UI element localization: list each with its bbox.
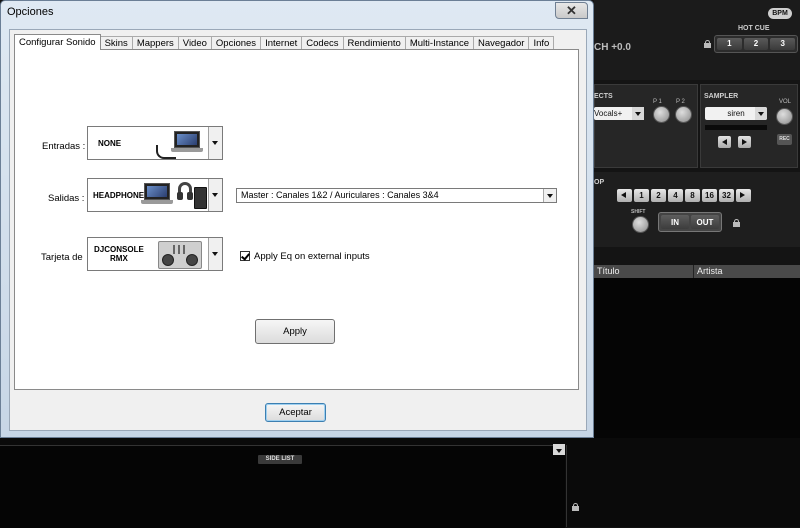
inputs-label: Entradas : <box>42 141 86 152</box>
loop-size-8-button[interactable]: 8 <box>685 189 700 202</box>
outputs-label: Salidas : <box>48 193 85 204</box>
loop-size-16-button[interactable]: 16 <box>702 189 717 202</box>
arrow-left-icon <box>722 139 727 145</box>
card-device-select[interactable]: DJCONSOLE RMX <box>87 237 223 271</box>
tab-codecs[interactable]: Codecs <box>301 36 344 50</box>
dialog-title: Opciones <box>7 6 54 18</box>
sampler-select-value: siren <box>727 109 745 118</box>
loop-size-1-button[interactable]: 1 <box>634 189 649 202</box>
dj-controller-icon <box>158 241 202 269</box>
card-label: Tarjeta de <box>41 252 83 263</box>
divider <box>566 445 567 527</box>
tab-opciones[interactable]: Opciones <box>210 36 262 50</box>
close-button[interactable]: ✕ <box>555 2 588 19</box>
audio-interface-icon <box>194 187 207 209</box>
tab-mappers[interactable]: Mappers <box>131 36 179 50</box>
lock-icon[interactable] <box>733 219 740 227</box>
apply-button[interactable]: Apply <box>255 319 335 344</box>
sampler-progress-bar <box>705 125 767 130</box>
loop-size-buttons: 1 2 4 8 16 32 <box>617 189 751 202</box>
outputs-device-name: HEADPHONES <box>93 190 150 200</box>
arrow-right-icon <box>742 139 747 145</box>
tab-internet[interactable]: Internet <box>260 36 303 50</box>
loop-next-button[interactable] <box>736 189 751 202</box>
hot-cue-1-button[interactable]: 1 <box>717 38 742 50</box>
effect-param2-knob[interactable] <box>675 106 692 123</box>
outputs-device-select[interactable]: HEADPHONES <box>87 178 223 212</box>
side-list-label[interactable]: SIDE LIST <box>258 455 302 464</box>
card-device-name: DJCONSOLE RMX <box>94 238 144 270</box>
loop-out-button[interactable]: OUT <box>691 215 719 229</box>
column-title[interactable]: Título <box>594 265 694 278</box>
tab-configurar-sonido[interactable]: Configurar Sonido <box>14 34 101 50</box>
effect-select-value: Vocals+ <box>594 109 623 118</box>
output-routing-select[interactable]: Master : Canales 1&2 / Auriculares : Can… <box>236 188 557 203</box>
chevron-down-icon[interactable] <box>543 189 556 202</box>
pitch-readout: CH +0.0 <box>594 42 631 53</box>
arrow-left-icon <box>621 192 626 198</box>
sampler-select[interactable]: siren <box>705 107 767 120</box>
loop-panel <box>594 172 800 247</box>
sampler-rec-button[interactable]: REC <box>777 134 792 145</box>
output-routing-value: Master : Canales 1&2 / Auriculares : Can… <box>241 190 439 200</box>
effect-param2-label: P 2 <box>676 99 685 105</box>
effect-param1-label: P 1 <box>653 99 662 105</box>
column-artist[interactable]: Artista <box>694 265 800 278</box>
effect-select[interactable]: Vocals+ <box>594 107 644 120</box>
tab-multi-instance[interactable]: Multi-Instance <box>404 36 474 50</box>
hot-cue-label: HOT CUE <box>738 25 770 32</box>
tab-rendimiento[interactable]: Rendimiento <box>342 36 406 50</box>
inputs-device-name: NONE <box>98 138 122 148</box>
inputs-device-select[interactable]: NONE <box>87 126 223 160</box>
chevron-down-icon[interactable] <box>208 238 222 270</box>
chevron-down-icon[interactable] <box>208 127 222 159</box>
cable-icon <box>156 145 176 159</box>
bpm-button[interactable]: BPM <box>768 8 792 19</box>
sampler-next-button[interactable] <box>738 136 751 148</box>
loop-size-32-button[interactable]: 32 <box>719 189 734 202</box>
chevron-down-icon[interactable] <box>208 179 222 211</box>
shift-knob[interactable] <box>632 216 649 233</box>
track-list[interactable] <box>594 278 800 448</box>
tab-navegador[interactable]: Navegador <box>472 36 530 50</box>
hot-cue-3-button[interactable]: 3 <box>770 38 796 50</box>
card-device-line2: RMX <box>110 254 128 263</box>
loop-in-out-buttons: IN OUT <box>658 212 722 232</box>
track-list-header: Título Artista <box>594 265 800 278</box>
shift-label: SHIFT <box>631 209 646 215</box>
sampler-prev-button[interactable] <box>718 136 731 148</box>
close-icon: ✕ <box>566 3 577 18</box>
chevron-down-icon[interactable] <box>755 107 767 120</box>
headphones-icon <box>177 182 193 200</box>
lock-icon[interactable] <box>572 503 579 511</box>
sampler-vol-label: VOL <box>779 99 792 105</box>
loop-size-2-button[interactable]: 2 <box>651 189 666 202</box>
chevron-down-icon[interactable] <box>553 444 565 455</box>
effect-param1-knob[interactable] <box>653 106 670 123</box>
apply-eq-checkbox[interactable] <box>240 251 250 261</box>
tab-video[interactable]: Video <box>177 36 212 50</box>
card-device-line1: DJCONSOLE <box>94 245 144 254</box>
tab-info[interactable]: Info <box>528 36 555 50</box>
loop-prev-button[interactable] <box>617 189 632 202</box>
sampler-label: SAMPLER <box>704 93 739 100</box>
options-tabs: Configurar Sonido Skins Mappers Video Op… <box>14 34 555 50</box>
sampler-vol-knob[interactable] <box>776 108 793 125</box>
apply-eq-label[interactable]: Apply Eq on external inputs <box>254 251 370 262</box>
hot-cue-2-button[interactable]: 2 <box>743 38 769 50</box>
hot-cue-buttons: 1 2 3 <box>714 35 798 53</box>
lock-icon[interactable] <box>704 40 711 48</box>
arrow-right-icon <box>740 192 745 198</box>
loop-label: OP <box>594 179 605 186</box>
chevron-down-icon[interactable] <box>632 107 644 120</box>
checkmark-icon <box>241 251 250 261</box>
tab-skins[interactable]: Skins <box>99 36 133 50</box>
loop-size-4-button[interactable]: 4 <box>668 189 683 202</box>
loop-in-button[interactable]: IN <box>661 215 689 229</box>
effects-label: ECTS <box>594 93 613 100</box>
accept-button[interactable]: Aceptar <box>265 403 326 422</box>
